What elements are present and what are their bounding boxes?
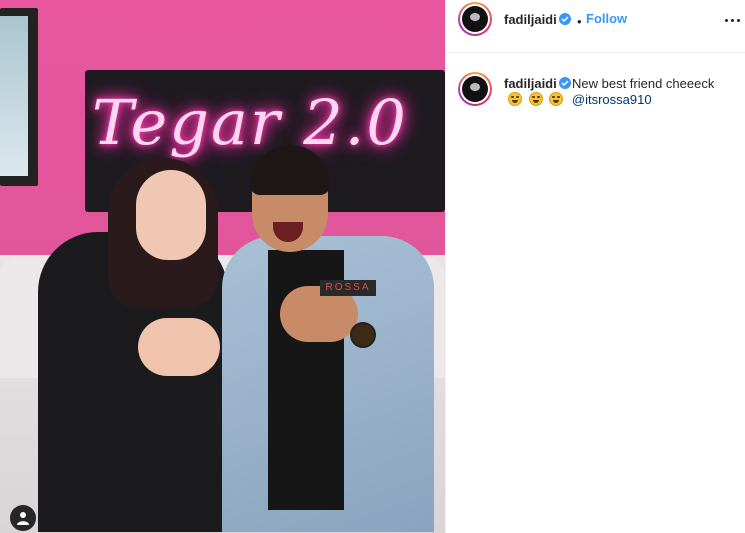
post-header: fadiljaidi • Follow xyxy=(446,0,745,53)
more-options-icon[interactable] xyxy=(722,14,744,28)
author-username[interactable]: fadiljaidi xyxy=(504,12,557,27)
grinning-squinting-face-icon xyxy=(528,92,543,106)
woman-face xyxy=(136,170,206,260)
woman-hand-gesture xyxy=(138,318,220,376)
jacket-patch: ROSSA xyxy=(320,280,376,296)
verified-badge-icon xyxy=(559,13,571,25)
caption-text: New best friend cheeeck xyxy=(572,76,715,91)
grinning-squinting-face-icon xyxy=(508,92,522,106)
tv-screen xyxy=(0,8,38,186)
caption-author-avatar[interactable] xyxy=(458,72,492,106)
post-image[interactable]: Tegar 2.0 ROSSA xyxy=(0,0,445,533)
user-tag-icon xyxy=(17,512,29,525)
caption-author-username[interactable]: fadiljaidi xyxy=(504,76,557,91)
post-side-panel: fadiljaidi • Follow fadiljaidi New best … xyxy=(445,0,745,533)
post-caption: fadiljaidi New best friend cheeeck @itsr… xyxy=(446,52,745,112)
mention-link[interactable]: @itsrossa910 xyxy=(572,92,652,107)
grinning-squinting-face-icon xyxy=(549,92,564,106)
user-tag-button[interactable] xyxy=(10,505,36,531)
author-avatar[interactable] xyxy=(458,2,492,36)
follow-button[interactable]: Follow xyxy=(586,11,627,26)
header-separator: • xyxy=(577,14,582,29)
caption-verified-badge-icon xyxy=(559,77,571,89)
caption-line-two: @itsrossa910 xyxy=(508,92,652,107)
wristwatch xyxy=(350,322,376,348)
